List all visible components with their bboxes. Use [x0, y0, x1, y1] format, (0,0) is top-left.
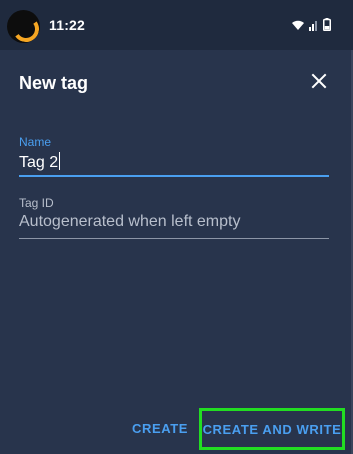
app-logo-icon — [7, 10, 40, 43]
dialog-title: New tag — [19, 73, 89, 93]
dialog-header: New tag — [0, 50, 353, 110]
battery-icon — [323, 18, 331, 31]
tag-id-field[interactable]: Tag ID Autogenerated when left empty — [19, 196, 329, 241]
name-label: Name — [19, 135, 52, 149]
tag-id-input[interactable]: Autogenerated when left empty — [19, 213, 329, 231]
name-input[interactable]: Tag 2 — [19, 152, 329, 172]
text-caret — [59, 152, 61, 170]
status-icons — [291, 18, 331, 31]
tag-id-underline — [19, 238, 329, 239]
close-icon — [311, 73, 327, 89]
tag-id-label: Tag ID — [19, 196, 54, 210]
dialog-actions: CREATE CREATE AND WRITE — [0, 408, 353, 450]
create-and-write-button[interactable]: CREATE AND WRITE — [199, 408, 345, 450]
status-bar: 11:22 — [0, 0, 353, 50]
name-input-value: Tag 2 — [19, 154, 59, 171]
status-time: 11:22 — [49, 17, 86, 33]
close-button[interactable] — [309, 71, 329, 91]
name-underline — [19, 175, 329, 177]
name-field[interactable]: Name Tag 2 — [19, 135, 329, 178]
create-button[interactable]: CREATE — [124, 414, 196, 442]
signal-icon — [309, 20, 317, 31]
wifi-icon — [292, 20, 304, 30]
